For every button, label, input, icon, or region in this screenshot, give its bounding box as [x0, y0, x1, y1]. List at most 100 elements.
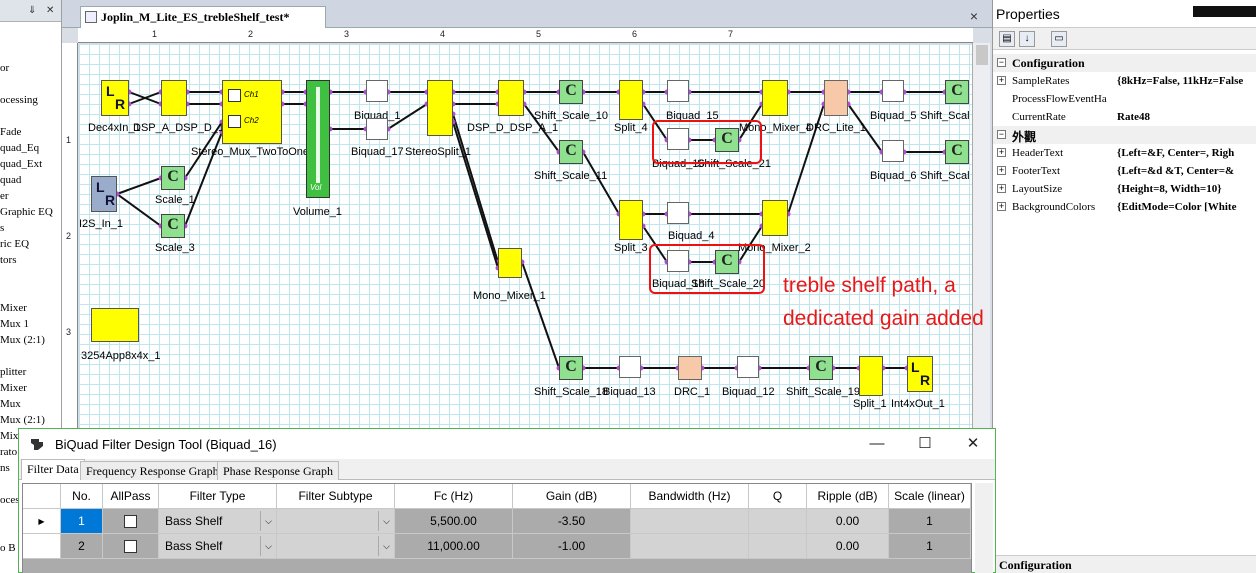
- column-header[interactable]: Gain (dB): [513, 484, 631, 509]
- shift-scale-18-block[interactable]: C: [559, 356, 583, 380]
- volume-block[interactable]: Vol: [306, 80, 330, 198]
- shift-scale-10-block[interactable]: C: [559, 80, 583, 104]
- property-value[interactable]: {EditMode=Color [White: [1117, 201, 1236, 213]
- column-header[interactable]: Bandwidth (Hz): [631, 484, 749, 509]
- toolbox-item[interactable]: tors: [0, 254, 17, 266]
- toolbox-item[interactable]: er: [0, 190, 9, 202]
- property-row[interactable]: + SampleRates {8kHz=False, 11kHz=False: [993, 72, 1256, 90]
- fc-cell[interactable]: 11,000.00: [395, 534, 513, 559]
- shift-scale-11-block[interactable]: C: [559, 140, 583, 164]
- allpass-cell[interactable]: [103, 509, 159, 534]
- property-value[interactable]: {Height=8, Width=10}: [1117, 183, 1222, 195]
- scale-1-block[interactable]: C: [161, 166, 185, 190]
- toolbox-item[interactable]: Mux (2:1): [0, 414, 45, 426]
- dialog-scrollbar[interactable]: [975, 483, 993, 573]
- biquad-5-block[interactable]: [882, 80, 904, 102]
- int4xout-block[interactable]: L R: [907, 356, 933, 392]
- i2s-in-block[interactable]: L R: [91, 176, 117, 212]
- filter-type-cell[interactable]: Bass Shelf ⌵: [159, 509, 277, 534]
- close-button[interactable]: ✕: [953, 433, 993, 455]
- tab-phase-response[interactable]: Phase Response Graph: [217, 461, 339, 480]
- scale-cell[interactable]: 1: [889, 509, 971, 534]
- canvas-scrollbar[interactable]: [972, 43, 990, 433]
- filter-subtype-cell[interactable]: ⌵: [277, 509, 395, 534]
- allpass-cell[interactable]: [103, 534, 159, 559]
- fc-cell[interactable]: 5,500.00: [395, 509, 513, 534]
- expand-icon[interactable]: +: [997, 184, 1006, 193]
- dropdown-icon[interactable]: ⌵: [378, 536, 394, 556]
- close-icon[interactable]: ✕: [46, 5, 54, 16]
- property-pages-icon[interactable]: ▭: [1051, 31, 1067, 47]
- close-document-icon[interactable]: ×: [970, 8, 978, 24]
- biquad-1-block[interactable]: [366, 80, 388, 102]
- toolbox-item[interactable]: Mux: [0, 398, 21, 410]
- column-header[interactable]: Q: [749, 484, 807, 509]
- column-header[interactable]: AllPass: [103, 484, 159, 509]
- column-header[interactable]: Fc (Hz): [395, 484, 513, 509]
- property-row[interactable]: + BackgroundColors {EditMode=Color [White: [993, 198, 1256, 216]
- bandwidth-cell[interactable]: [631, 534, 749, 559]
- expand-icon[interactable]: +: [997, 202, 1006, 211]
- biquad-15-block[interactable]: [667, 80, 689, 102]
- scale-cell[interactable]: 1: [889, 534, 971, 559]
- category-configuration[interactable]: − Configuration: [993, 54, 1256, 72]
- column-header[interactable]: Ripple (dB): [807, 484, 889, 509]
- property-row[interactable]: +CurrentRateRate48: [993, 108, 1256, 126]
- tab-frequency-response[interactable]: Frequency Response Graph: [80, 461, 225, 480]
- ripple-cell[interactable]: 0.00: [807, 534, 889, 559]
- dropdown-icon[interactable]: ⌵: [260, 536, 276, 556]
- row-header[interactable]: [23, 534, 61, 559]
- stereo-mux-block[interactable]: Ch1 Ch2: [222, 80, 282, 144]
- row-header[interactable]: ▶: [23, 509, 61, 534]
- toolbox-item[interactable]: ric EQ: [0, 238, 29, 250]
- ripple-cell[interactable]: 0.00: [807, 509, 889, 534]
- drc-lite-block[interactable]: [824, 80, 848, 116]
- minimize-button[interactable]: —: [857, 433, 897, 455]
- categorized-icon[interactable]: ▤: [999, 31, 1015, 47]
- maximize-button[interactable]: ☐: [905, 433, 945, 455]
- drc-1-block[interactable]: [678, 356, 702, 380]
- filter-type-cell[interactable]: Bass Shelf ⌵: [159, 534, 277, 559]
- bandwidth-cell[interactable]: [631, 509, 749, 534]
- toolbox-item[interactable]: Graphic EQ: [0, 206, 53, 218]
- toolbox-item[interactable]: Mixer: [0, 382, 27, 394]
- scroll-thumb[interactable]: [976, 45, 988, 65]
- document-tab[interactable]: Joplin_M_Lite_ES_trebleShelf_test*: [80, 6, 326, 28]
- property-row[interactable]: + HeaderText {Left=&F, Center=, Righ: [993, 144, 1256, 162]
- allpass-checkbox[interactable]: [124, 540, 137, 554]
- shift-scale-b-block[interactable]: C: [945, 140, 969, 164]
- filter-subtype-cell[interactable]: ⌵: [277, 534, 395, 559]
- shift-scale-19-block[interactable]: C: [809, 356, 833, 380]
- column-header[interactable]: Filter Subtype: [277, 484, 395, 509]
- allpass-checkbox[interactable]: [124, 515, 137, 529]
- dsp-d-block[interactable]: [498, 80, 524, 116]
- mono-mixer-4-block[interactable]: [762, 80, 788, 116]
- expand-icon[interactable]: +: [997, 148, 1006, 157]
- toolbox-item[interactable]: or: [0, 62, 9, 74]
- dec4xin-block[interactable]: L R: [101, 80, 129, 116]
- biquad-4-block[interactable]: [667, 202, 689, 224]
- expand-icon[interactable]: +: [997, 166, 1006, 175]
- property-value[interactable]: Rate48: [1117, 111, 1150, 123]
- toolbox-item[interactable]: quad_Ext: [0, 158, 42, 170]
- alphabetical-icon[interactable]: ↓: [1019, 31, 1035, 47]
- toolbox-item[interactable]: ocessing: [0, 94, 38, 106]
- stereo-split-block[interactable]: [427, 80, 453, 136]
- column-header[interactable]: Filter Type: [159, 484, 277, 509]
- split-3-block[interactable]: [619, 200, 643, 240]
- dsp-a-block[interactable]: [161, 80, 187, 116]
- dropdown-icon[interactable]: ⌵: [378, 511, 394, 531]
- expand-icon[interactable]: +: [997, 76, 1006, 85]
- toolbox-item[interactable]: rato: [0, 446, 17, 458]
- process-flow-canvas[interactable]: L R Dec4xIn_1 DSP_A_DSP_D_1 Ch1 Ch2 Ster…: [79, 44, 972, 433]
- toolbox-item[interactable]: quad: [0, 174, 21, 186]
- property-value[interactable]: {Left=&F, Center=, Righ: [1117, 147, 1234, 159]
- mono-mixer-2-block[interactable]: [762, 200, 788, 236]
- no-cell[interactable]: 2: [61, 534, 103, 559]
- toolbox-item[interactable]: Mux (2:1): [0, 334, 45, 346]
- toolbox-item[interactable]: quad_Eq: [0, 142, 39, 154]
- mono-mixer-1-block[interactable]: [498, 248, 522, 278]
- split-1-block[interactable]: [859, 356, 883, 396]
- scale-3-block[interactable]: C: [161, 214, 185, 238]
- toolbox-item[interactable]: ns: [0, 462, 10, 474]
